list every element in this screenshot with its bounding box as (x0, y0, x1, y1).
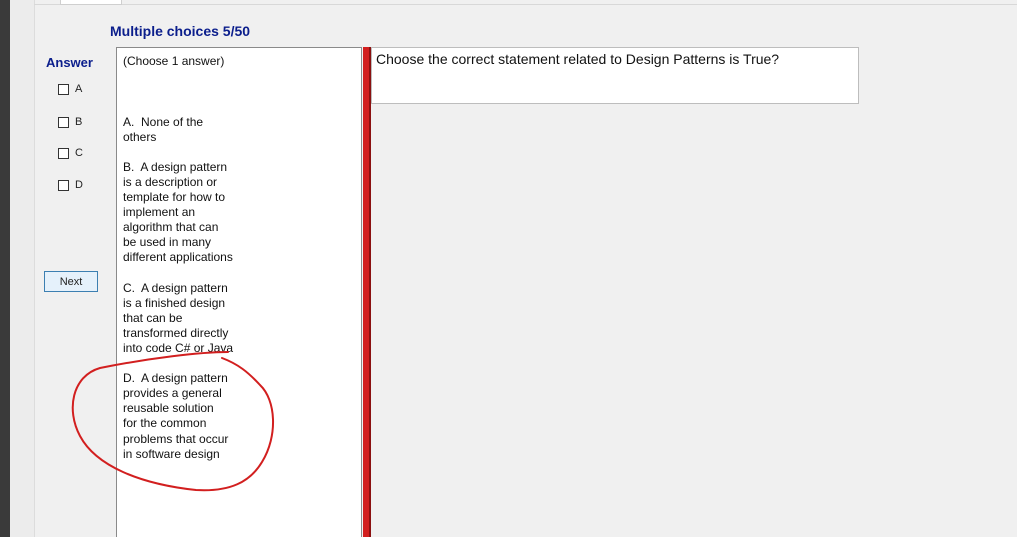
checkbox-box[interactable] (58, 147, 69, 159)
option-d-line: in software design (123, 447, 220, 461)
checkbox-box[interactable] (58, 179, 69, 191)
option-a-line: A. None of the (123, 115, 204, 129)
answer-checkbox-a[interactable]: A (58, 81, 82, 97)
option-d-line: for the common (123, 416, 207, 430)
option-c-line: that can be (123, 311, 183, 325)
checkbox-box[interactable] (58, 83, 69, 95)
option-b-line: B. A design pattern (123, 160, 228, 174)
option-c-line: C. A design pattern (123, 281, 228, 295)
checkbox-label: B (75, 116, 83, 128)
option-c-line: transformed directly (123, 326, 229, 340)
option-d-line: provides a general (123, 386, 222, 400)
option-d-line: D. A design pattern (123, 371, 228, 385)
option-b-line: different applications (123, 250, 233, 264)
option-b-line: template for how to (123, 190, 226, 204)
answer-label: Answer (46, 55, 93, 70)
option-b-line: algorithm that can (123, 220, 219, 234)
option-a-line: others (123, 130, 157, 144)
question-counter-title: Multiple choices 5/50 (110, 23, 251, 39)
checkbox-label: D (75, 179, 83, 191)
next-button[interactable]: Next (44, 271, 98, 292)
background-window-strip (0, 0, 10, 537)
answer-checkbox-b[interactable]: B (58, 114, 82, 130)
option-b-line: be used in many (123, 235, 212, 249)
tab[interactable] (60, 0, 122, 5)
option-c-line: into code C# or Java (123, 341, 234, 355)
option-b-line: implement an (123, 205, 196, 219)
window-edge (10, 0, 35, 537)
panel-splitter-shadow (369, 47, 371, 537)
tab-strip-line (34, 4, 1017, 5)
answer-checkbox-c[interactable]: C (58, 145, 83, 161)
option-d-line: problems that occur (123, 432, 229, 446)
checkbox-box[interactable] (58, 116, 69, 128)
instruction-text: (Choose 1 answer) (123, 54, 225, 68)
checkbox-label: A (75, 83, 83, 95)
answer-checkbox-d[interactable]: D (58, 177, 83, 193)
options-panel[interactable]: (Choose 1 answer) A. None of the others … (116, 47, 362, 537)
question-text-box: Choose the correct statement related to … (371, 47, 859, 104)
checkbox-label: C (75, 147, 83, 159)
option-d-line: reusable solution (123, 401, 214, 415)
option-c-line: is a finished design (123, 296, 226, 310)
option-b-line: is a description or (123, 175, 218, 189)
